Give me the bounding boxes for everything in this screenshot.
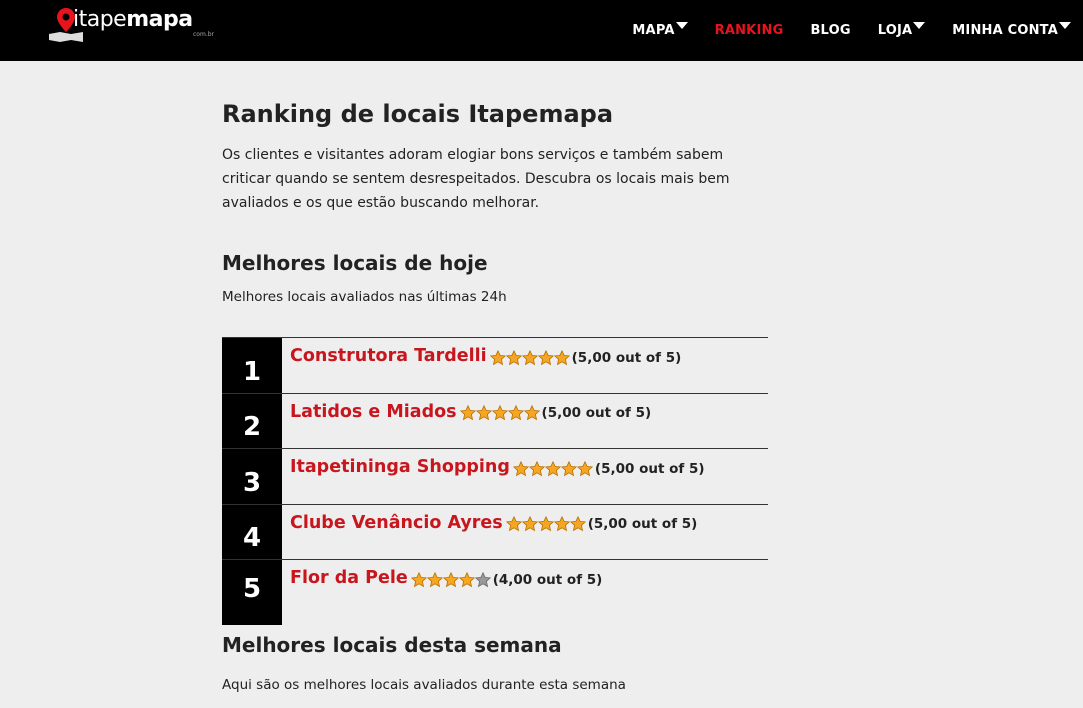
logo-text: itapemapa: [73, 7, 193, 32]
main-nav: MAPA RANKING BLOG LOJA MINHA CONTA: [605, 0, 1071, 61]
caret-down-icon: [675, 22, 688, 29]
week-subheading: Aqui são os melhores locais avaliados du…: [222, 677, 626, 693]
place-link[interactable]: Clube Venâncio Ayres: [290, 513, 503, 533]
intro-text: Os clientes e visitantes adoram elogiar …: [222, 147, 730, 211]
star-empty-icon: [474, 571, 491, 587]
star-filled-icon: [512, 460, 529, 476]
star-filled-icon: [537, 516, 554, 532]
main-content: Ranking de locais Itapemapa Os clientes …: [222, 98, 782, 305]
star-filled-icon: [553, 349, 570, 365]
rank-number: 2: [222, 393, 282, 448]
rating-score: (5,00 out of 5): [587, 516, 698, 532]
star-rating: [512, 460, 593, 477]
nav-mapa[interactable]: MAPA: [632, 22, 688, 38]
top-navbar: itapemapa com.br MAPA RANKING BLOG LOJA …: [0, 0, 1083, 61]
ranking-list: 1 Construtora Tardelli (5,00 out of 5) 2…: [222, 337, 768, 625]
rank-number: 5: [222, 560, 282, 625]
star-filled-icon: [537, 349, 554, 365]
star-filled-icon: [459, 405, 476, 421]
star-filled-icon: [489, 349, 506, 365]
caret-down-icon: [1059, 22, 1071, 29]
rank-number: 1: [222, 338, 282, 393]
star-filled-icon: [442, 571, 459, 587]
star-filled-icon: [426, 571, 443, 587]
star-filled-icon: [505, 516, 522, 532]
star-filled-icon: [521, 516, 538, 532]
star-filled-icon: [475, 405, 492, 421]
star-filled-icon: [528, 460, 545, 476]
today-heading: Melhores locais de hoje: [222, 251, 488, 275]
ranking-row: 1 Construtora Tardelli (5,00 out of 5): [222, 337, 768, 393]
logo-domain: com.br: [193, 31, 214, 38]
nav-minha-conta[interactable]: MINHA CONTA: [952, 22, 1071, 38]
star-filled-icon: [553, 516, 570, 532]
site-logo[interactable]: itapemapa com.br: [49, 6, 219, 46]
star-filled-icon: [521, 349, 538, 365]
star-filled-icon: [569, 516, 586, 532]
star-rating: [505, 516, 586, 532]
caret-down-icon: [913, 22, 926, 29]
nav-ranking[interactable]: RANKING: [715, 23, 784, 38]
rank-number: 3: [222, 449, 282, 504]
ranking-row: 5 Flor da Pele (4,00 out of 5): [222, 559, 768, 625]
star-filled-icon: [507, 405, 524, 421]
place-link[interactable]: Itapetininga Shopping: [290, 457, 510, 477]
ranking-row: 4 Clube Venâncio Ayres (5,00 out of 5): [222, 503, 768, 559]
nav-loja[interactable]: LOJA: [878, 22, 926, 38]
page-title: Ranking de locais Itapemapa: [222, 100, 614, 128]
star-filled-icon: [410, 571, 427, 587]
nav-blog[interactable]: BLOG: [810, 23, 850, 38]
ranking-row: 2 Latidos e Miados (5,00 out of 5): [222, 392, 768, 448]
week-heading: Melhores locais desta semana: [222, 633, 562, 657]
ranking-row: 3 Itapetininga Shopping (5,00 out of 5): [222, 448, 768, 504]
rating-score: (4,00 out of 5): [492, 571, 603, 588]
place-link[interactable]: Flor da Pele: [290, 568, 408, 588]
star-rating: [489, 349, 570, 366]
rating-score: (5,00 out of 5): [571, 349, 682, 366]
rating-score: (5,00 out of 5): [594, 460, 705, 477]
star-filled-icon: [576, 460, 593, 476]
today-subheading: Melhores locais avaliados nas últimas 24…: [222, 289, 507, 305]
star-filled-icon: [523, 405, 540, 421]
place-link[interactable]: Construtora Tardelli: [290, 346, 487, 366]
star-filled-icon: [505, 349, 522, 365]
week-section: Melhores locais desta semana Aqui são os…: [222, 631, 782, 693]
star-filled-icon: [560, 460, 577, 476]
rating-score: (5,00 out of 5): [541, 405, 652, 421]
star-rating: [459, 405, 540, 421]
star-filled-icon: [458, 571, 475, 587]
rank-number: 4: [222, 504, 282, 559]
star-rating: [410, 571, 491, 588]
star-filled-icon: [544, 460, 561, 476]
place-link[interactable]: Latidos e Miados: [290, 402, 457, 422]
star-filled-icon: [491, 405, 508, 421]
